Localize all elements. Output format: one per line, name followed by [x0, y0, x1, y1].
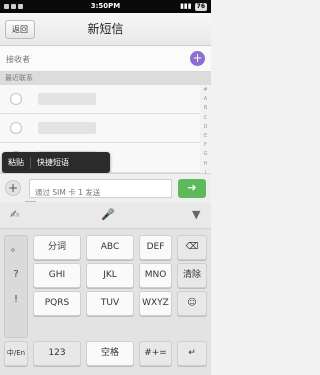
punct-key-question[interactable]: ? — [5, 262, 27, 288]
punct-key-period[interactable]: 。 — [5, 236, 27, 262]
contact-radio[interactable] — [10, 93, 22, 105]
contact-name-redacted — [38, 93, 96, 105]
plus-icon: + — [192, 51, 203, 65]
key-symbols[interactable]: #+= — [139, 341, 172, 366]
keyboard-toolbar: ✍ 🎤 ▼ — [0, 202, 211, 229]
alpha-index-letter[interactable]: C — [201, 114, 210, 123]
key-jkl[interactable]: JKL — [86, 263, 134, 288]
alpha-index-letter[interactable]: # — [201, 86, 210, 95]
back-button[interactable]: 返回 — [5, 20, 35, 39]
status-bar: 3:50PM ▮▮▮ 76 — [0, 0, 211, 13]
paste-menu-item[interactable]: 粘贴 — [2, 152, 30, 173]
key-def[interactable]: DEF — [139, 235, 172, 260]
alpha-index-letter[interactable]: A — [201, 95, 210, 104]
punctuation-column: 。 ? ! — [4, 235, 28, 338]
key-backspace[interactable]: ⌫ — [177, 235, 207, 260]
recipient-input[interactable] — [6, 51, 178, 67]
battery-level: 76 — [194, 2, 207, 11]
context-menu: 粘贴 快捷短语 — [2, 152, 110, 177]
attach-button[interactable]: + — [5, 180, 21, 196]
key-lang-switch[interactable]: 中/En — [4, 341, 28, 366]
key-tuv[interactable]: TUV — [86, 291, 134, 316]
key-ghi[interactable]: GHI — [33, 263, 81, 288]
key-abc[interactable]: ABC — [86, 235, 134, 260]
key-space[interactable]: 空格 — [86, 341, 134, 366]
arrow-right-icon: ➜ — [187, 181, 197, 194]
key-emoji[interactable]: ☺ — [177, 291, 207, 316]
alpha-index-letter[interactable]: F — [201, 141, 210, 150]
contact-row[interactable] — [0, 114, 200, 143]
key-mno[interactable]: MNO — [139, 263, 172, 288]
keyboard: 。 ? ! 分词 ABC DEF ⌫ GHI JKL MNO 清除 PQRS T… — [0, 229, 211, 375]
key-segment[interactable]: 分词 — [33, 235, 81, 260]
hide-keyboard-icon[interactable]: ▼ — [192, 208, 200, 221]
contact-radio[interactable] — [10, 122, 22, 134]
alpha-index-letter[interactable]: H — [201, 160, 210, 169]
send-button[interactable]: ➜ — [178, 179, 206, 198]
alpha-index-letter[interactable]: B — [201, 104, 210, 113]
handwriting-icon[interactable]: ✍ — [10, 208, 19, 221]
key-clear[interactable]: 清除 — [177, 263, 207, 288]
signal-icon: ▮▮▮ — [180, 2, 192, 10]
alpha-index-letter[interactable]: E — [201, 132, 210, 141]
key-enter[interactable]: ↵ — [177, 341, 207, 366]
recent-contacts-header: 最近联系 — [0, 72, 211, 85]
alpha-index-letter[interactable]: D — [201, 123, 210, 132]
key-123[interactable]: 123 — [33, 341, 81, 366]
alpha-index-letter[interactable]: G — [201, 150, 210, 159]
microphone-icon[interactable]: 🎤 — [101, 208, 115, 221]
composer-row: + ➜ — [0, 173, 211, 201]
punct-key-exclaim[interactable]: ! — [5, 287, 27, 313]
message-box — [29, 179, 172, 201]
key-pqrs[interactable]: PQRS — [33, 291, 81, 316]
status-icons: ▮▮▮ 76 — [180, 0, 207, 13]
recipient-field-row: + — [0, 46, 211, 72]
contact-row[interactable] — [0, 85, 200, 114]
title-bar: 新短信 返回 — [0, 13, 211, 46]
add-contact-button[interactable]: + — [190, 51, 205, 66]
key-wxyz[interactable]: WXYZ — [139, 291, 172, 316]
message-input[interactable] — [30, 184, 171, 201]
contact-name-redacted — [38, 122, 96, 134]
plus-icon: + — [7, 181, 19, 195]
quick-phrases-menu-item[interactable]: 快捷短语 — [31, 152, 75, 173]
